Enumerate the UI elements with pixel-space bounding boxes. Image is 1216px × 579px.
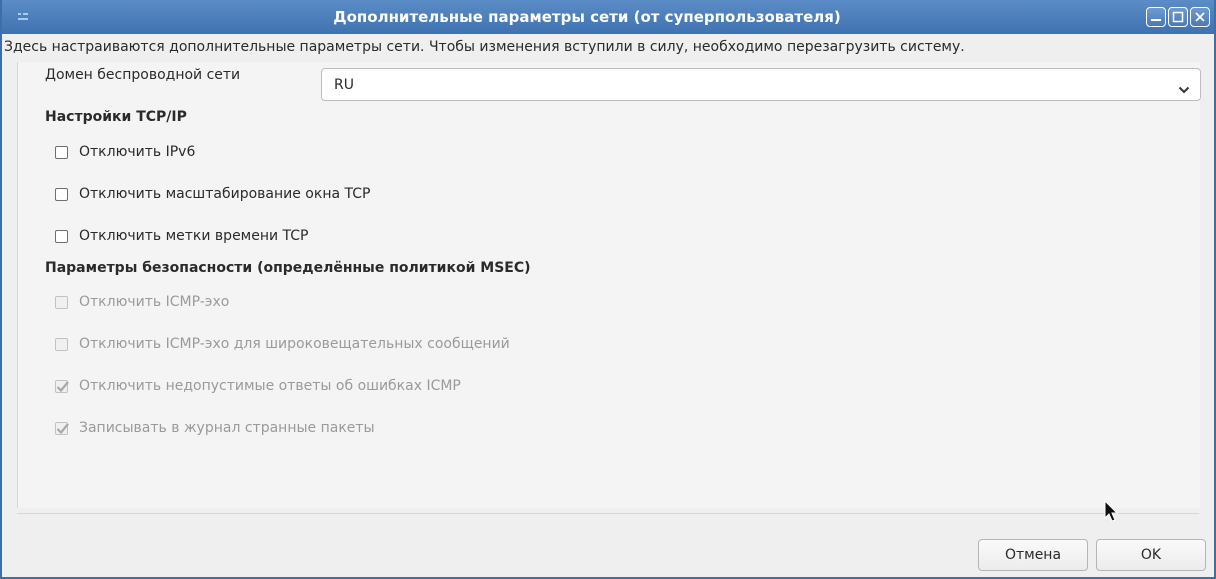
title-bar[interactable]: Дополнительные параметры сети (от суперп… — [2, 0, 1214, 34]
checkbox-label: Записывать в журнал странные пакеты — [79, 420, 375, 436]
checkbox-box — [55, 337, 68, 351]
cancel-button[interactable]: Отмена — [978, 539, 1088, 571]
checkbox-box — [55, 295, 68, 309]
checkbox-label: Отключить масштабирование окна TCP — [79, 186, 371, 202]
checkbox-disable-tcp-window-scaling[interactable]: Отключить масштабирование окна TCP — [55, 184, 370, 204]
checkbox-disable-icmp-echo: Отключить ICMP-эхо — [55, 292, 229, 312]
checkbox-label: Отключить метки времени TCP — [79, 228, 309, 244]
checkbox-label: Отключить ICMP-эхо для широковещательных… — [79, 336, 510, 352]
checkbox-disable-tcp-timestamps[interactable]: Отключить метки времени TCP — [55, 226, 309, 246]
checkmark-icon — [56, 380, 69, 392]
footer-separator — [17, 513, 1199, 514]
checkbox-label: Отключить IPv6 — [79, 144, 196, 160]
close-icon[interactable] — [1190, 7, 1210, 27]
checkbox-disable-bogus-icmp-errors: Отключить недопустимые ответы об ошибках… — [55, 376, 461, 396]
window-title: Дополнительные параметры сети (от суперп… — [333, 8, 841, 26]
window-controls — [1146, 7, 1210, 27]
security-heading: Параметры безопасности (определённые пол… — [45, 260, 531, 276]
chevron-down-icon — [1178, 80, 1190, 99]
checkbox-box — [55, 379, 69, 393]
checkbox-label: Отключить ICMP-эхо — [79, 294, 230, 310]
wireless-domain-select[interactable]: RU — [321, 68, 1201, 101]
wireless-domain-value: RU — [334, 77, 354, 93]
tcpip-heading: Настройки TCP/IP — [45, 109, 187, 125]
maximize-icon[interactable] — [1168, 7, 1188, 27]
checkbox-box[interactable] — [55, 145, 68, 159]
mouse-cursor-icon — [1104, 499, 1120, 528]
checkmark-icon — [56, 422, 69, 434]
checkbox-log-martian-packets: Записывать в журнал странные пакеты — [55, 418, 375, 438]
info-description: Здесь настраиваются дополнительные парам… — [4, 39, 965, 55]
checkbox-box[interactable] — [55, 229, 68, 243]
minimize-icon[interactable] — [1146, 7, 1166, 27]
ok-button[interactable]: OK — [1096, 539, 1206, 571]
checkbox-disable-icmp-broadcast-echo: Отключить ICMP-эхо для широковещательных… — [55, 334, 510, 354]
checkbox-disable-ipv6[interactable]: Отключить IPv6 — [55, 142, 195, 162]
checkbox-box — [55, 421, 69, 435]
settings-panel — [17, 62, 1200, 508]
wireless-domain-label: Домен беспроводной сети — [45, 67, 241, 83]
dialog-window: Дополнительные параметры сети (от суперп… — [0, 0, 1216, 579]
checkbox-label: Отключить недопустимые ответы об ошибках… — [79, 378, 461, 394]
checkbox-box[interactable] — [55, 187, 68, 201]
